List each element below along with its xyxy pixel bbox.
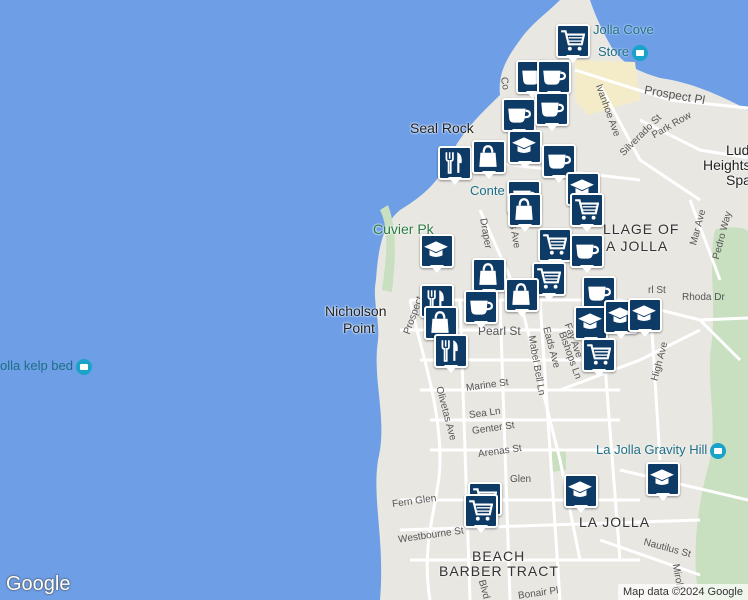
nicholson-point-label-2: Point [343,320,375,336]
poi-marker[interactable] [582,338,616,378]
ludington-label-3: Spa [726,172,748,188]
cart-icon [575,199,599,220]
street-pearl-st-east: rl St [648,285,666,296]
street-glen: Glen [510,474,532,485]
school-icon [424,241,448,258]
fork-knife-icon [445,152,462,174]
cart-icon [561,30,585,51]
cup-icon [470,300,493,315]
village-label-1: LLAGE OF [603,221,680,237]
kelp-bed-label: olla kelp bed [0,358,92,375]
map-canvas[interactable]: olla kelp bed Seal Rock Cuvier Pk Nichol… [0,0,748,600]
poi-marker[interactable] [464,290,498,330]
jolla-cove-label[interactable]: Jolla Cove [593,22,654,37]
beach-barber-label-2: BARBER TRACT [439,563,559,579]
poi-marker[interactable] [570,234,604,274]
street-co: Co [497,76,511,91]
store-label[interactable]: Store [598,44,649,61]
google-logo[interactable]: Google [6,573,71,596]
camera-icon [76,358,92,375]
poi-marker[interactable] [420,234,454,274]
nicholson-point-label-1: Nicholson [325,303,387,319]
poi-marker[interactable] [505,278,539,318]
seal-rock-label: Seal Rock [410,120,474,136]
camera-icon [632,44,649,61]
camera-icon [710,442,727,459]
cart-icon [469,500,493,521]
la-jolla-label: LA JOLLA [579,514,651,530]
cart-icon [543,234,567,255]
poi-marker[interactable] [628,298,662,338]
poi-marker[interactable] [564,474,598,514]
poi-marker[interactable] [570,193,604,233]
poi-marker[interactable] [535,92,569,132]
bag-icon [512,283,530,305]
bag-icon [479,263,497,285]
poi-marker[interactable] [464,494,498,534]
school-icon [568,481,592,498]
fork-knife-icon [441,340,458,362]
bag-icon [515,198,533,220]
school-icon [512,137,536,154]
poi-marker[interactable] [556,24,590,64]
street-rhoda-dr: Rhoda Dr [682,292,725,303]
school-icon [650,469,674,486]
bag-icon [431,311,449,333]
cart-icon [587,344,611,365]
school-icon [578,313,602,330]
poi-marker[interactable] [438,146,472,186]
school-icon [632,305,656,322]
cup-icon [541,102,564,117]
poi-marker[interactable] [434,334,468,374]
poi-marker[interactable] [472,140,506,180]
poi-marker[interactable] [508,193,542,233]
map-attribution[interactable]: Map data ©2024 Google [617,584,748,600]
ludington-label-1: Ludi [726,142,748,158]
poi-marker[interactable] [508,130,542,170]
ludington-label-2: Heights [703,157,748,173]
cup-icon [576,244,599,259]
poi-marker[interactable] [646,462,680,502]
gravity-hill-label[interactable]: La Jolla Gravity Hill [596,442,727,459]
conte-label: Conte [470,183,505,198]
cup-icon [543,70,566,85]
cup-icon [508,108,531,123]
beach-barber-label-1: BEACH [472,548,526,564]
cup-icon [548,154,571,169]
bag-icon [479,145,497,167]
village-label-2: A JOLLA [606,238,669,254]
